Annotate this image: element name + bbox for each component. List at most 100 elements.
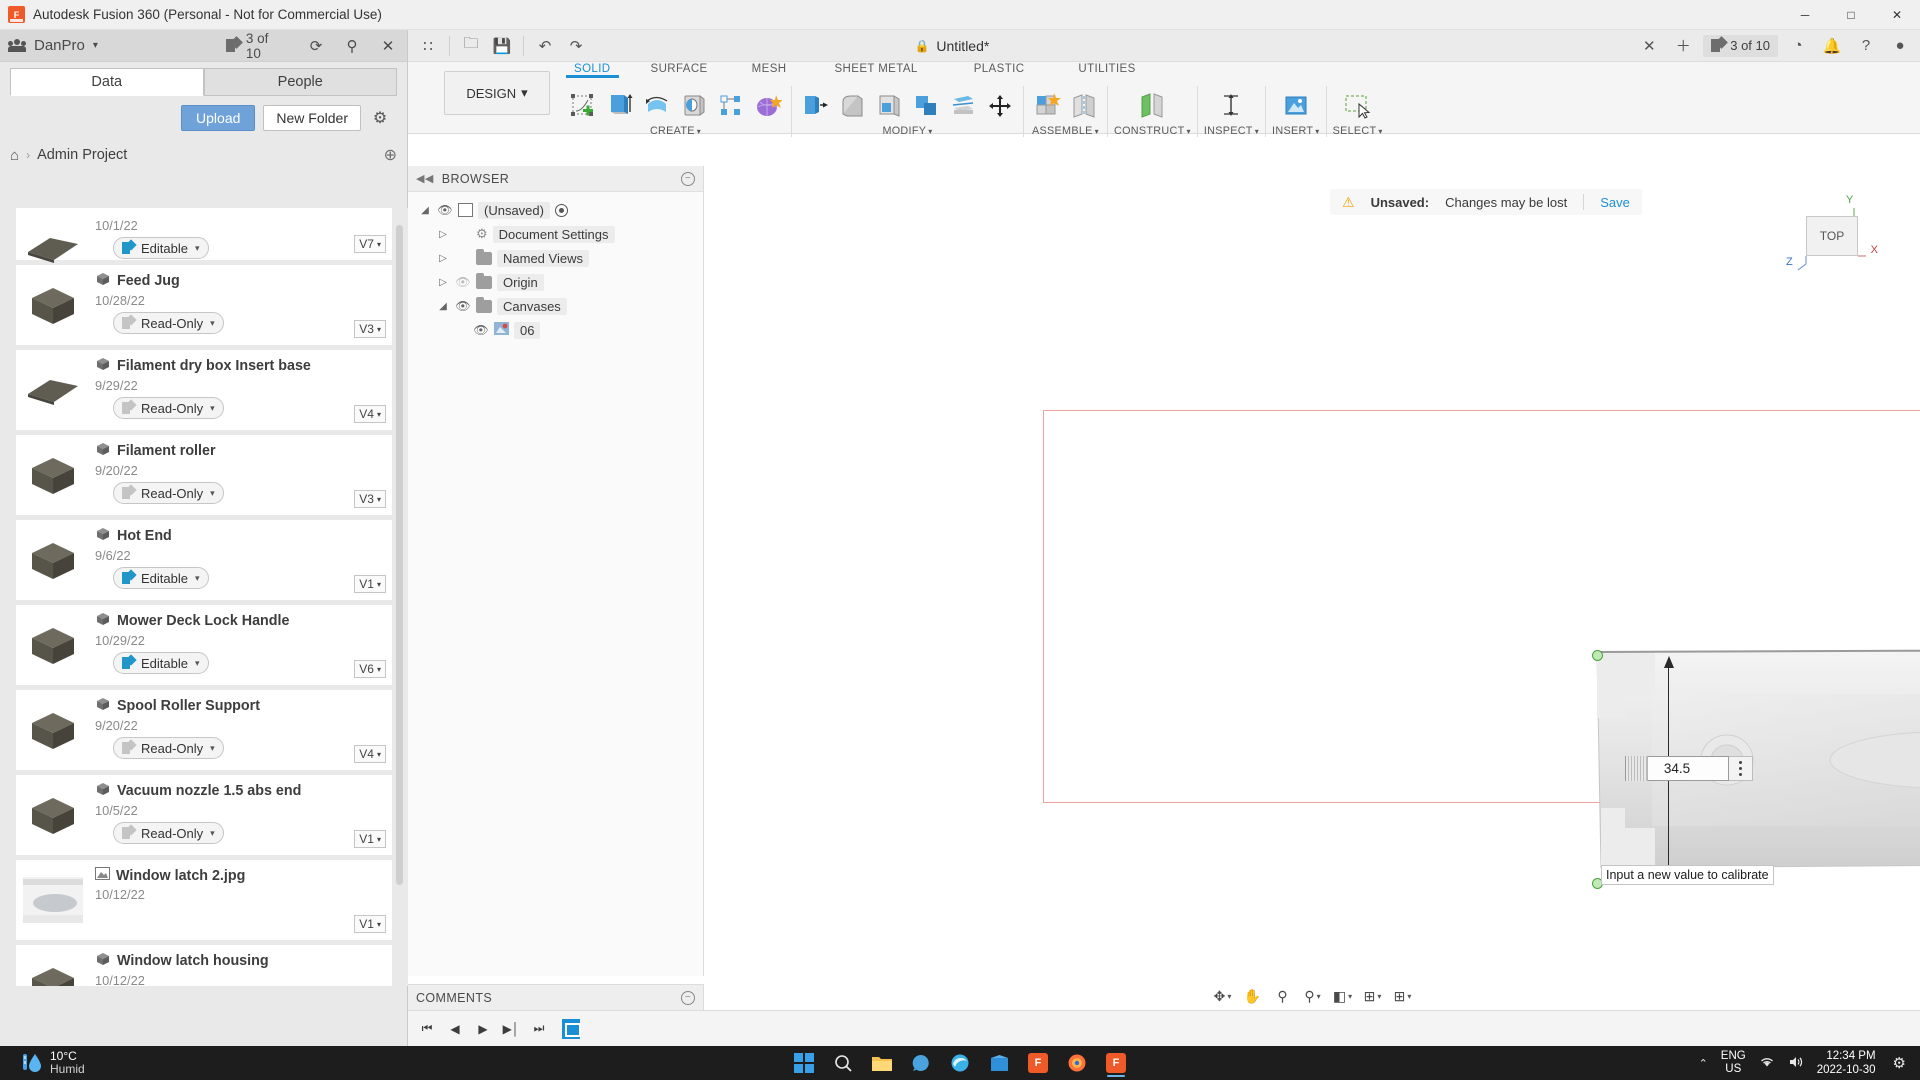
weather-widget[interactable]: 10°C Humid — [22, 1050, 85, 1076]
edge-icon[interactable] — [946, 1049, 974, 1077]
avatar[interactable]: ● — [1886, 33, 1914, 59]
version-dropdown[interactable]: V4▾ — [354, 745, 386, 763]
jump-start-button[interactable]: ⏮ — [416, 1018, 438, 1040]
visibility-icon[interactable]: 👁 — [455, 299, 471, 313]
split-face-icon[interactable] — [946, 90, 980, 122]
pan-icon[interactable]: ✋ — [1240, 984, 1266, 1008]
measure-icon[interactable] — [1214, 90, 1248, 122]
move-copy-icon[interactable] — [983, 90, 1017, 122]
language-indicator[interactable]: ENG US — [1721, 1050, 1746, 1076]
browser-tree-row[interactable]: ▷Named Views — [418, 246, 703, 270]
expand-arrow-icon[interactable]: ◢ — [436, 301, 450, 312]
create-form-icon[interactable] — [751, 90, 785, 122]
action-center-icon[interactable]: ⚙ — [1893, 1054, 1906, 1072]
ribbon-group-label-assemble[interactable]: ASSEMBLE▾ — [1032, 125, 1099, 137]
tab-data[interactable]: Data — [10, 68, 204, 96]
list-item[interactable]: Mower Deck Lock Handle10/29/22Editable▾V… — [16, 605, 392, 685]
select-tool-icon[interactable] — [1341, 90, 1375, 122]
chat-icon[interactable] — [907, 1049, 935, 1077]
permission-dropdown[interactable]: Read-Only▾ — [113, 737, 224, 759]
list-item[interactable]: Filament dry box Insert base9/29/22Read-… — [16, 350, 392, 430]
expand-arrow-icon[interactable]: ▷ — [436, 229, 450, 240]
activate-component-icon[interactable] — [555, 204, 568, 217]
version-dropdown[interactable]: V6▾ — [354, 660, 386, 678]
permission-dropdown[interactable]: Editable▾ — [113, 652, 209, 674]
tab-mesh[interactable]: MESH — [738, 62, 801, 76]
list-item[interactable]: 10/1/22Editable▾V7▾ — [16, 208, 392, 260]
combine-icon[interactable] — [909, 90, 943, 122]
version-dropdown[interactable]: V3▾ — [354, 320, 386, 338]
fillet-icon[interactable] — [835, 90, 869, 122]
version-dropdown[interactable]: V7▾ — [354, 235, 386, 253]
display-settings-icon[interactable]: ◧▾ — [1330, 984, 1356, 1008]
ribbon-group-label-insert[interactable]: INSERT▾ — [1272, 125, 1320, 137]
wifi-icon[interactable] — [1759, 1055, 1775, 1072]
expand-arrow-icon[interactable]: ▷ — [436, 253, 450, 264]
browser-minimize-icon[interactable]: − — [681, 172, 695, 186]
tray-chevron-up-icon[interactable]: ⌃ — [1699, 1057, 1708, 1070]
timeline-feature-marker[interactable] — [562, 1019, 580, 1039]
shell-icon[interactable] — [872, 90, 906, 122]
clock[interactable]: 12:34 PM 2022-10-30 — [1817, 1049, 1876, 1077]
version-dropdown[interactable]: V4▾ — [354, 405, 386, 423]
tab-surface[interactable]: SURFACE — [637, 62, 722, 76]
minimize-button[interactable]: ─ — [1782, 0, 1828, 30]
play-button[interactable]: ▶ — [472, 1018, 494, 1040]
list-item[interactable]: Feed Jug10/28/22Read-Only▾V3▾ — [16, 265, 392, 345]
sweep-icon[interactable] — [677, 90, 711, 122]
close-button[interactable]: ✕ — [1874, 0, 1920, 30]
expand-arrow-icon[interactable]: ◢ — [418, 205, 432, 216]
search-icon[interactable]: ⚲ — [341, 35, 363, 57]
joint-icon[interactable] — [1067, 90, 1101, 122]
ribbon-group-label-create[interactable]: CREATE▾ — [650, 125, 701, 137]
insert-canvas-icon[interactable] — [1279, 90, 1313, 122]
gear-icon[interactable]: ⚙ — [369, 107, 391, 129]
zoom-icon[interactable]: ⚲ — [1270, 984, 1296, 1008]
permission-dropdown[interactable]: Read-Only▾ — [113, 482, 224, 504]
fusion-taskbar-icon[interactable]: F — [1024, 1049, 1052, 1077]
search-icon[interactable] — [829, 1049, 857, 1077]
browser-tree-row[interactable]: ▷⚙Document Settings — [418, 222, 703, 246]
jump-end-button[interactable]: ⏭ — [528, 1018, 550, 1040]
tab-plastic[interactable]: PLASTIC — [960, 62, 1039, 76]
list-item[interactable]: Vacuum nozzle 1.5 abs end10/5/22Read-Onl… — [16, 775, 392, 855]
create-sketch-icon[interactable] — [566, 90, 600, 122]
redo-icon[interactable]: ↷ — [562, 33, 590, 59]
fusion-active-icon[interactable]: F — [1102, 1049, 1130, 1077]
permission-dropdown[interactable]: Editable▾ — [113, 567, 209, 589]
list-item[interactable]: Filament roller9/20/22Read-Only▾V3▾ — [16, 435, 392, 515]
ribbon-group-label-modify[interactable]: MODIFY▾ — [882, 125, 932, 137]
comments-minimize-icon[interactable]: − — [681, 991, 695, 1005]
visibility-icon[interactable]: 👁 — [437, 203, 453, 217]
step-back-button[interactable]: ◀ — [444, 1018, 466, 1040]
collapse-icon[interactable]: ◀◀ — [416, 172, 434, 185]
permission-dropdown[interactable]: Read-Only▾ — [113, 397, 224, 419]
browser-tree[interactable]: ◢👁(Unsaved)▷⚙Document Settings▷Named Vie… — [408, 192, 703, 342]
calibrate-drag-handle[interactable] — [1626, 756, 1648, 781]
list-item[interactable]: Hot End9/6/22Editable▾V1▾ — [16, 520, 392, 600]
comments-bar[interactable]: COMMENTS − — [408, 984, 704, 1010]
save-icon[interactable]: 💾 — [488, 33, 516, 59]
file-list[interactable]: 10/1/22Editable▾V7▾Feed Jug10/28/22Read-… — [0, 208, 408, 986]
fit-icon[interactable]: ⚲▾ — [1300, 984, 1326, 1008]
permission-dropdown[interactable]: Read-Only▾ — [113, 312, 224, 334]
snap-point-start[interactable] — [1592, 650, 1603, 661]
undo-icon[interactable]: ↶ — [531, 33, 559, 59]
revolve-icon[interactable] — [640, 90, 674, 122]
start-button[interactable] — [790, 1049, 818, 1077]
refresh-icon[interactable]: ⟳ — [305, 35, 327, 57]
view-cube-face-top[interactable]: TOP — [1806, 216, 1858, 256]
version-dropdown[interactable]: V3▾ — [354, 490, 386, 508]
visibility-icon[interactable]: 👁 — [473, 323, 489, 337]
new-component-icon[interactable] — [1030, 90, 1064, 122]
firefox-icon[interactable] — [1063, 1049, 1091, 1077]
globe-icon[interactable]: ⊕ — [384, 145, 397, 165]
version-dropdown[interactable]: V1▾ — [354, 830, 386, 848]
maximize-button[interactable]: □ — [1828, 0, 1874, 30]
volume-icon[interactable] — [1788, 1055, 1804, 1072]
expand-arrow-icon[interactable]: ▷ — [436, 277, 450, 288]
step-forward-button[interactable]: ▶│ — [500, 1018, 522, 1040]
calibrate-more-options-icon[interactable] — [1729, 756, 1753, 781]
browser-tree-row[interactable]: ◢👁Canvases — [418, 294, 703, 318]
tab-people[interactable]: People — [204, 68, 398, 96]
